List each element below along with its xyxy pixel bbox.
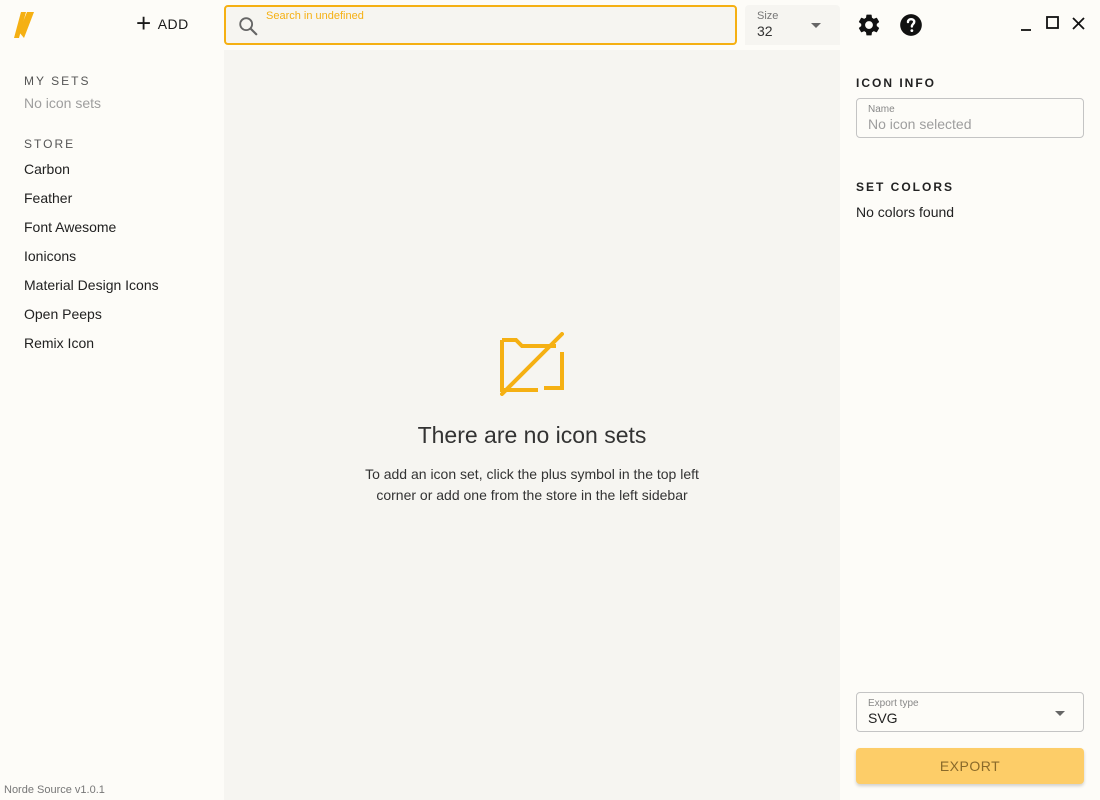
export-type-label: Export type bbox=[868, 698, 919, 709]
icon-name-field[interactable]: Name No icon selected bbox=[856, 98, 1084, 138]
icon-name-value: No icon selected bbox=[868, 116, 972, 132]
size-value: 32 bbox=[757, 23, 773, 39]
folder-off-icon bbox=[500, 332, 564, 396]
export-type-select[interactable]: Export type SVG bbox=[856, 692, 1084, 732]
main-content: There are no icon sets To add an icon se… bbox=[224, 50, 840, 800]
store-item-ionicons[interactable]: Ionicons bbox=[0, 242, 224, 271]
add-icon-set-button[interactable]: + ADD bbox=[128, 8, 197, 40]
store-item-feather[interactable]: Feather bbox=[0, 184, 224, 213]
search-icon bbox=[239, 17, 258, 36]
help-icon[interactable] bbox=[898, 12, 924, 38]
gear-icon[interactable] bbox=[856, 12, 882, 38]
empty-state-description: To add an icon set, click the plus symbo… bbox=[365, 466, 699, 503]
search-input[interactable] bbox=[266, 25, 726, 43]
my-sets-title: MY SETS bbox=[24, 74, 91, 88]
store-item-open-peeps[interactable]: Open Peeps bbox=[0, 300, 224, 329]
store-list: Carbon Feather Font Awesome Ionicons Mat… bbox=[0, 155, 224, 358]
size-select[interactable]: Size 32 bbox=[745, 5, 840, 45]
my-sets-empty-text: No icon sets bbox=[24, 95, 102, 111]
store-item-remix-icon[interactable]: Remix Icon bbox=[0, 329, 224, 358]
store-item-carbon[interactable]: Carbon bbox=[0, 155, 224, 184]
add-button-label: ADD bbox=[157, 16, 189, 32]
store-item-font-awesome[interactable]: Font Awesome bbox=[0, 213, 224, 242]
icon-info-title: ICON INFO bbox=[856, 76, 936, 90]
icon-name-label: Name bbox=[868, 104, 895, 115]
export-type-value: SVG bbox=[868, 710, 898, 726]
empty-state-title: There are no icon sets bbox=[417, 422, 647, 448]
minimize-icon[interactable] bbox=[1018, 15, 1036, 33]
left-sidebar: + ADD MY SETS No icon sets STORE Carbon … bbox=[0, 0, 224, 800]
no-colors-text: No colors found bbox=[856, 204, 955, 220]
app-logo bbox=[14, 12, 34, 38]
set-colors-title: SET COLORS bbox=[856, 180, 955, 194]
store-title: STORE bbox=[24, 137, 76, 151]
search-field[interactable]: Search in undefined bbox=[224, 5, 737, 45]
export-button[interactable]: EXPORT bbox=[856, 748, 1084, 784]
chevron-down-icon bbox=[1055, 711, 1065, 716]
version-label: Norde Source v1.0.1 bbox=[4, 784, 105, 796]
close-icon[interactable] bbox=[1070, 15, 1088, 33]
maximize-icon[interactable] bbox=[1044, 15, 1062, 33]
store-item-material-design-icons[interactable]: Material Design Icons bbox=[0, 271, 224, 300]
search-label: Search in undefined bbox=[266, 10, 364, 22]
plus-icon: + bbox=[136, 7, 152, 38]
chevron-down-icon bbox=[811, 23, 821, 28]
right-panel: ICON INFO Name No icon selected SET COLO… bbox=[840, 0, 1100, 800]
size-label: Size bbox=[757, 10, 779, 22]
